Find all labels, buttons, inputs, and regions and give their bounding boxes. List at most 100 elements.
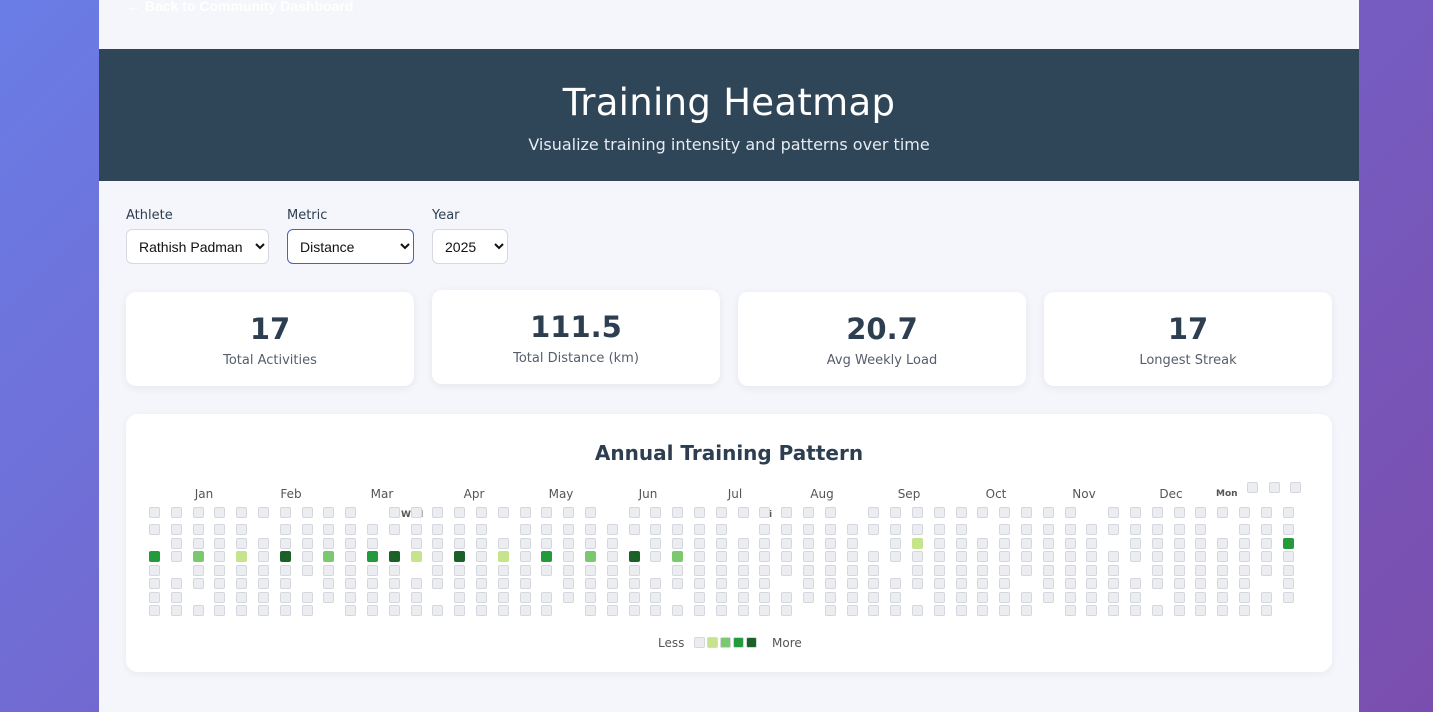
heatmap-cell[interactable] xyxy=(432,605,443,616)
heatmap-cell[interactable] xyxy=(520,605,531,616)
heatmap-cell[interactable] xyxy=(1130,538,1141,549)
heatmap-cell[interactable] xyxy=(890,605,901,616)
heatmap-cell[interactable] xyxy=(977,565,988,576)
heatmap-cell[interactable] xyxy=(585,524,596,535)
heatmap-cell[interactable] xyxy=(171,524,182,535)
heatmap-cell[interactable] xyxy=(1108,605,1119,616)
heatmap-cell[interactable] xyxy=(149,592,160,603)
heatmap-cell[interactable] xyxy=(781,524,792,535)
heatmap-cell[interactable] xyxy=(1043,551,1054,562)
heatmap-cell[interactable] xyxy=(498,605,509,616)
heatmap-cell[interactable] xyxy=(977,551,988,562)
heatmap-cell[interactable] xyxy=(912,538,923,549)
heatmap-cell[interactable] xyxy=(454,565,465,576)
heatmap-cell[interactable] xyxy=(1217,538,1228,549)
heatmap-cell[interactable] xyxy=(1021,565,1032,576)
heatmap-cell[interactable] xyxy=(956,578,967,589)
heatmap-cell[interactable] xyxy=(476,551,487,562)
heatmap-cell[interactable] xyxy=(498,538,509,549)
heatmap-cell[interactable] xyxy=(977,507,988,518)
heatmap-cell[interactable] xyxy=(236,551,247,562)
heatmap-cell[interactable] xyxy=(367,565,378,576)
heatmap-cell[interactable] xyxy=(716,507,727,518)
heatmap-cell[interactable] xyxy=(738,565,749,576)
heatmap-cell[interactable] xyxy=(214,565,225,576)
heatmap-cell[interactable] xyxy=(672,605,683,616)
heatmap-cell[interactable] xyxy=(1290,482,1301,493)
heatmap-cell[interactable] xyxy=(432,538,443,549)
heatmap-cell[interactable] xyxy=(193,551,204,562)
heatmap-cell[interactable] xyxy=(236,592,247,603)
heatmap-cell[interactable] xyxy=(520,507,531,518)
heatmap-cell[interactable] xyxy=(1130,605,1141,616)
heatmap-cell[interactable] xyxy=(738,551,749,562)
heatmap-cell[interactable] xyxy=(999,524,1010,535)
heatmap-cell[interactable] xyxy=(977,605,988,616)
heatmap-cell[interactable] xyxy=(738,605,749,616)
heatmap-cell[interactable] xyxy=(1239,592,1250,603)
heatmap-cell[interactable] xyxy=(999,605,1010,616)
heatmap-cell[interactable] xyxy=(432,565,443,576)
heatmap-cell[interactable] xyxy=(716,551,727,562)
heatmap-cell[interactable] xyxy=(389,551,400,562)
heatmap-cell[interactable] xyxy=(258,551,269,562)
heatmap-cell[interactable] xyxy=(1283,592,1294,603)
heatmap-cell[interactable] xyxy=(868,592,879,603)
heatmap-cell[interactable] xyxy=(1152,507,1163,518)
heatmap-cell[interactable] xyxy=(868,551,879,562)
heatmap-cell[interactable] xyxy=(759,592,770,603)
heatmap-cell[interactable] xyxy=(956,605,967,616)
heatmap-cell[interactable] xyxy=(1108,507,1119,518)
heatmap-cell[interactable] xyxy=(454,538,465,549)
heatmap-cell[interactable] xyxy=(563,551,574,562)
heatmap-cell[interactable] xyxy=(498,578,509,589)
heatmap-cell[interactable] xyxy=(280,578,291,589)
heatmap-cell[interactable] xyxy=(1174,538,1185,549)
heatmap-cell[interactable] xyxy=(759,565,770,576)
heatmap-cell[interactable] xyxy=(258,578,269,589)
heatmap-cell[interactable] xyxy=(781,592,792,603)
heatmap-cell[interactable] xyxy=(585,578,596,589)
heatmap-cell[interactable] xyxy=(1195,565,1206,576)
heatmap-cell[interactable] xyxy=(847,565,858,576)
heatmap-cell[interactable] xyxy=(825,578,836,589)
heatmap-cell[interactable] xyxy=(1021,605,1032,616)
heatmap-cell[interactable] xyxy=(868,605,879,616)
heatmap-cell[interactable] xyxy=(280,592,291,603)
heatmap-cell[interactable] xyxy=(1174,578,1185,589)
heatmap-cell[interactable] xyxy=(171,578,182,589)
heatmap-cell[interactable] xyxy=(1043,524,1054,535)
heatmap-cell[interactable] xyxy=(912,578,923,589)
heatmap-cell[interactable] xyxy=(607,538,618,549)
heatmap-cell[interactable] xyxy=(759,578,770,589)
heatmap-cell[interactable] xyxy=(367,551,378,562)
heatmap-cell[interactable] xyxy=(563,578,574,589)
heatmap-cell[interactable] xyxy=(738,507,749,518)
heatmap-cell[interactable] xyxy=(585,592,596,603)
heatmap-cell[interactable] xyxy=(1239,605,1250,616)
heatmap-cell[interactable] xyxy=(694,551,705,562)
heatmap-cell[interactable] xyxy=(1283,538,1294,549)
heatmap-cell[interactable] xyxy=(912,551,923,562)
heatmap-cell[interactable] xyxy=(825,507,836,518)
heatmap-cell[interactable] xyxy=(1086,578,1097,589)
heatmap-cell[interactable] xyxy=(781,538,792,549)
heatmap-cell[interactable] xyxy=(411,578,422,589)
heatmap-cell[interactable] xyxy=(520,565,531,576)
heatmap-cell[interactable] xyxy=(825,538,836,549)
heatmap-cell[interactable] xyxy=(803,538,814,549)
year-select[interactable]: 2025 xyxy=(432,229,508,264)
heatmap-cell[interactable] xyxy=(476,565,487,576)
heatmap-cell[interactable] xyxy=(1021,551,1032,562)
heatmap-cell[interactable] xyxy=(476,605,487,616)
heatmap-cell[interactable] xyxy=(694,605,705,616)
heatmap-cell[interactable] xyxy=(1261,524,1272,535)
heatmap-cell[interactable] xyxy=(280,565,291,576)
heatmap-cell[interactable] xyxy=(629,578,640,589)
heatmap-cell[interactable] xyxy=(541,592,552,603)
heatmap-cell[interactable] xyxy=(171,551,182,562)
heatmap-cell[interactable] xyxy=(498,592,509,603)
heatmap-cell[interactable] xyxy=(345,507,356,518)
heatmap-cell[interactable] xyxy=(1065,551,1076,562)
heatmap-cell[interactable] xyxy=(650,507,661,518)
